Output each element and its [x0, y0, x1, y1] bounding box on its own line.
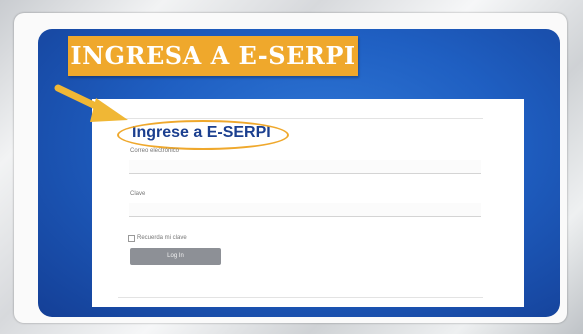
- banner-title: INGRESA A E-SERPI: [68, 36, 358, 76]
- password-field[interactable]: [129, 203, 481, 217]
- password-label: Clave: [130, 191, 146, 197]
- email-field[interactable]: [129, 160, 481, 174]
- remember-row[interactable]: Recuerda mi clave: [128, 234, 187, 242]
- arrow-pointer-icon: [54, 84, 128, 122]
- title-highlight-circle: [117, 120, 289, 150]
- remember-label: Recuerda mi clave: [137, 235, 187, 241]
- login-button[interactable]: Log In: [130, 248, 221, 265]
- remember-checkbox[interactable]: [128, 234, 135, 242]
- email-label: Correo electrónico: [130, 148, 180, 154]
